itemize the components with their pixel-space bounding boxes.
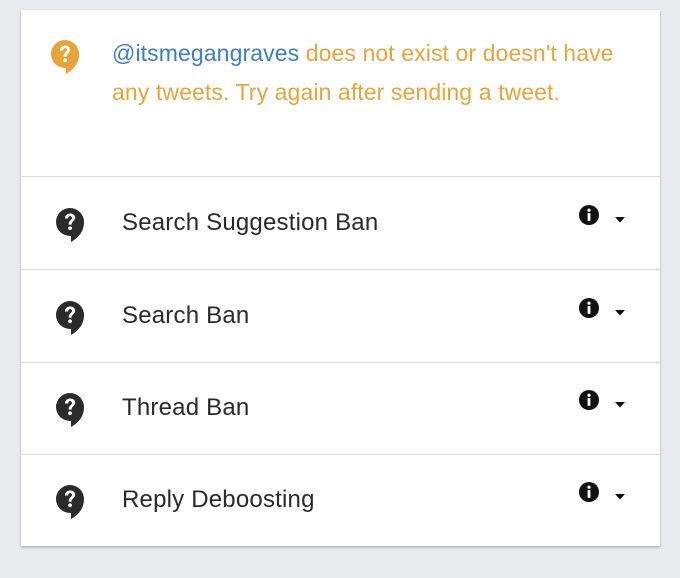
check-label: Reply Deboosting xyxy=(122,486,315,513)
chevron-down-icon[interactable] xyxy=(614,488,626,500)
result-card: @itsmegangraves does not exist or doesn'… xyxy=(21,10,660,546)
check-label: Search Ban xyxy=(122,302,250,329)
question-bubble-icon xyxy=(55,207,85,243)
status-notice: @itsmegangraves does not exist or doesn'… xyxy=(21,10,660,177)
notice-message: @itsmegangraves does not exist or doesn'… xyxy=(112,34,632,112)
check-label: Thread Ban xyxy=(122,394,250,421)
check-label: Search Suggestion Ban xyxy=(122,209,379,236)
check-row-reply-deboosting[interactable]: Reply Deboosting xyxy=(21,454,660,546)
check-row-search-suggestion-ban[interactable]: Search Suggestion Ban xyxy=(21,177,660,270)
info-icon[interactable] xyxy=(578,204,600,226)
info-icon[interactable] xyxy=(578,389,600,411)
question-bubble-icon xyxy=(50,39,80,75)
chevron-down-icon[interactable] xyxy=(614,304,626,316)
check-row-thread-ban[interactable]: Thread Ban xyxy=(21,362,660,455)
chevron-down-icon[interactable] xyxy=(614,211,626,223)
question-bubble-icon xyxy=(55,300,85,336)
info-icon[interactable] xyxy=(578,297,600,319)
info-icon[interactable] xyxy=(578,481,600,503)
chevron-down-icon[interactable] xyxy=(614,396,626,408)
question-bubble-icon xyxy=(55,484,85,520)
question-bubble-icon xyxy=(55,392,85,428)
username-link[interactable]: @itsmegangraves xyxy=(112,40,299,66)
check-row-search-ban[interactable]: Search Ban xyxy=(21,270,660,363)
